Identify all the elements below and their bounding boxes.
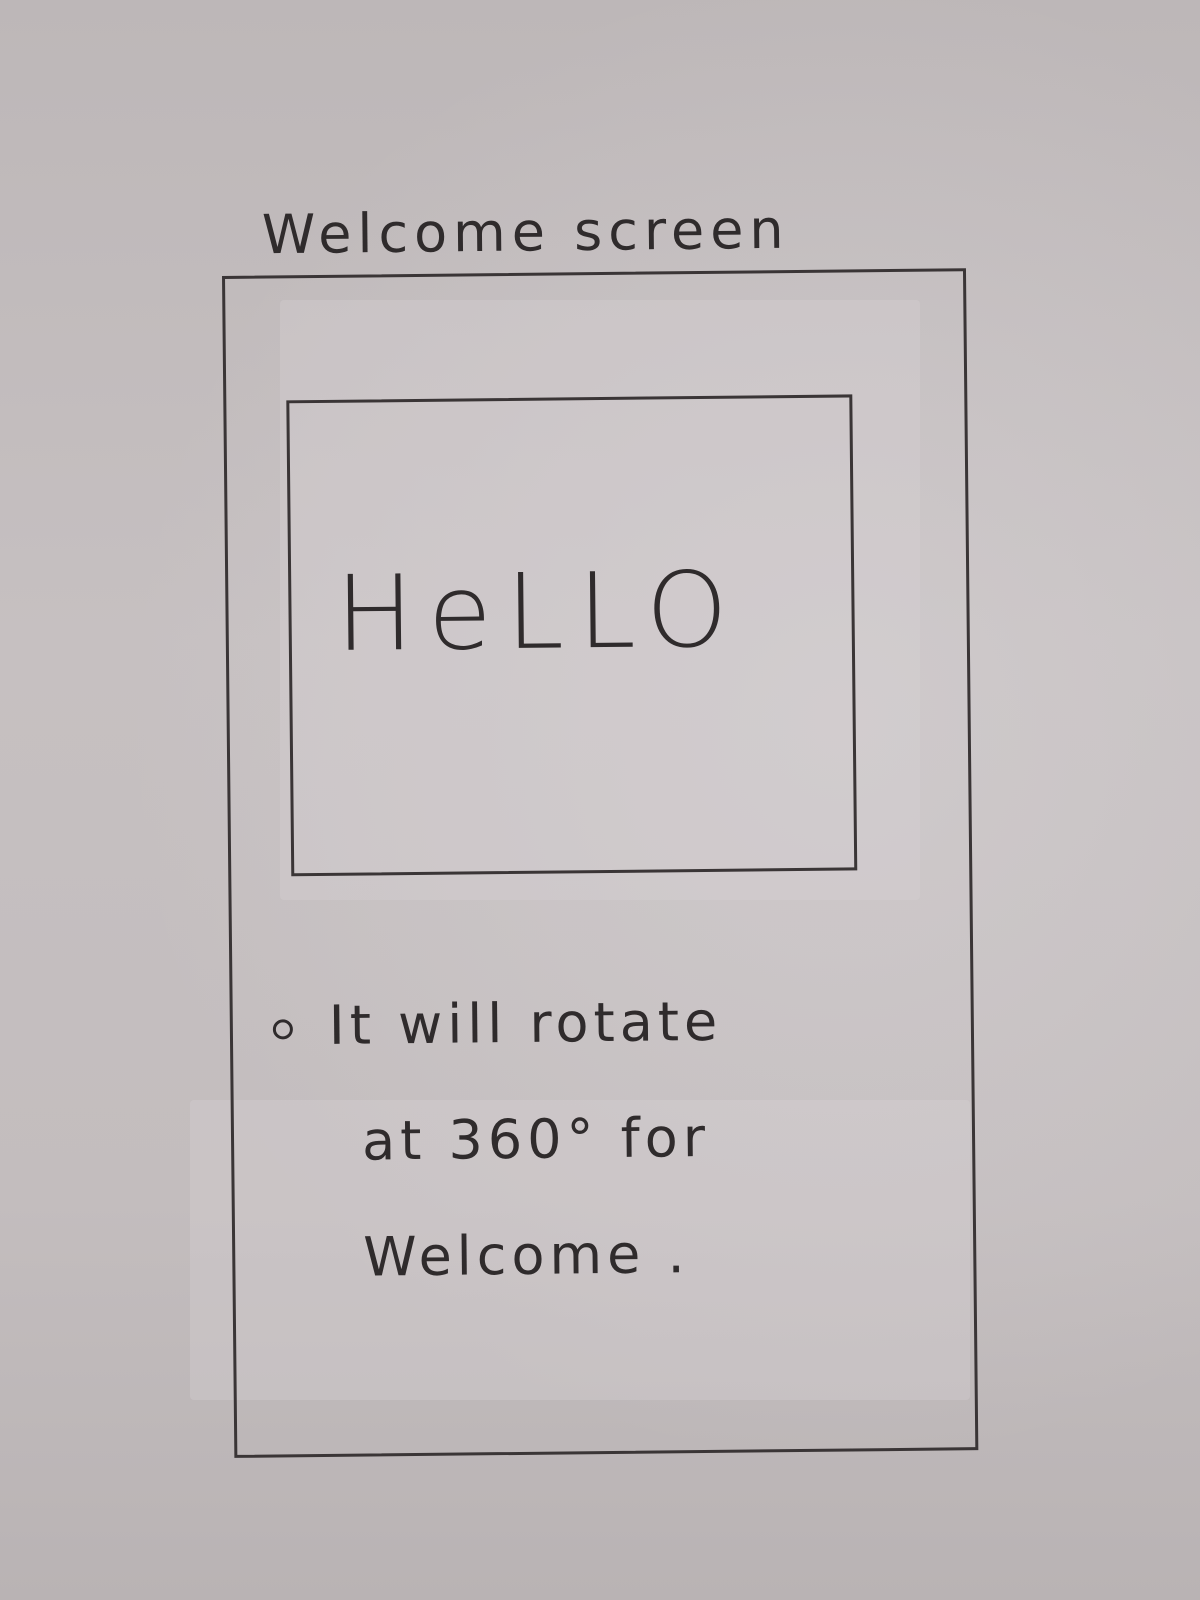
description-line: at 360° for — [361, 1105, 711, 1173]
description-line-text: It will rotate — [328, 989, 723, 1057]
bullet-icon — [272, 1019, 294, 1040]
description-note: It will rotate at 360° for Welcome . — [272, 962, 916, 1317]
hello-text: HeLLO — [334, 548, 743, 675]
phone-screen-frame: HeLLO It will rotate at 360° for Welcome… — [222, 268, 979, 1458]
description-line: It will rotate — [272, 962, 913, 1085]
description-line: Welcome . — [362, 1222, 690, 1289]
hello-box: HeLLO — [286, 394, 858, 877]
